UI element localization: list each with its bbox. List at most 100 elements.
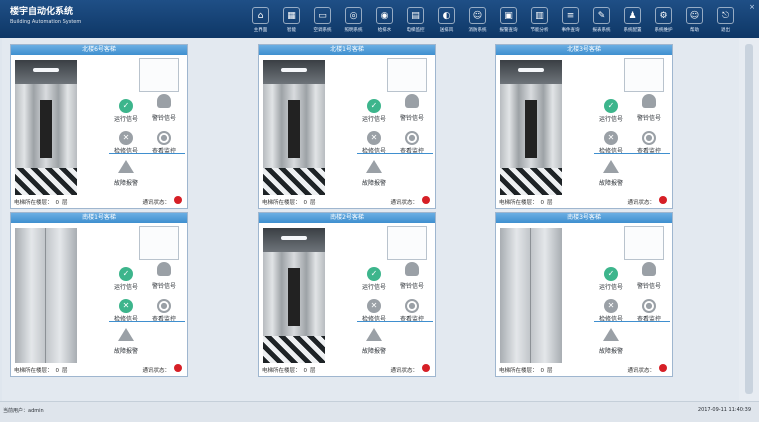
cabin-floor (263, 336, 325, 363)
elevator-image[interactable] (500, 228, 562, 363)
top-bar: 楼宇自动化系统 Building Automation System ⌂ 主界面 ▦… (0, 0, 759, 38)
nav-item-5[interactable]: ▤ 电梯监控 (400, 3, 431, 37)
door-left (500, 228, 531, 363)
wrench-icon: ✕ (119, 298, 133, 313)
divider (109, 321, 185, 322)
nav-label: 照明系统 (344, 28, 363, 33)
vertical-scrollbar[interactable] (739, 38, 759, 401)
floor-status: 电梯所在楼层： 0 层 (499, 200, 553, 206)
run-signal: ✓ 运行信号 (591, 93, 631, 123)
bell-icon (405, 262, 419, 276)
nav-item-10[interactable]: ≡ 事件查询 (555, 3, 586, 37)
maintain-signal: ✕ 检修信号 (591, 293, 631, 323)
elevator-title: 北楼1号客梯 (259, 45, 435, 55)
elevator-card: 南楼1号客梯 ✓ 运行信号 警铃信号 ✕ 检修信号 ● 查看监控 故障报警 电梯所在楼层： 0 层 通讯… (10, 212, 188, 377)
floor-value: 0 (540, 200, 545, 206)
nav-item-11[interactable]: ✎ 报表系统 (586, 3, 617, 37)
monitor-button[interactable]: ● 查看监控 (629, 125, 669, 155)
help-icon: ☺ (686, 7, 703, 24)
cabin-light (33, 68, 59, 72)
elevator-image[interactable] (263, 228, 325, 363)
nav-item-15[interactable]: ⎋ 退出 (710, 3, 741, 37)
floor-display (387, 226, 427, 260)
nav-item-1[interactable]: ▦ 智能 (276, 3, 307, 37)
monitor-button[interactable]: ● 查看监控 (629, 293, 669, 323)
floor-value: 0 (303, 368, 308, 374)
wrench-icon: ✕ (367, 298, 381, 313)
monitor-button[interactable]: ● 查看监控 (392, 293, 432, 323)
folder-icon: ▥ (531, 7, 548, 24)
nav-item-14[interactable]: ☺ 帮助 (679, 3, 710, 37)
comm-label: 通讯状态： (390, 368, 418, 374)
cabin-panel (525, 100, 537, 158)
bell-icon (642, 94, 656, 108)
comm-status-indicator (174, 364, 182, 372)
nav-item-9[interactable]: ▥ 节能分析 (524, 3, 555, 37)
elevator-image[interactable] (15, 60, 77, 195)
fault-signal: 故障报警 (591, 326, 631, 355)
floor-status: 电梯所在楼层： 0 层 (262, 200, 316, 206)
elevator-image[interactable] (500, 60, 562, 195)
cabin-light (518, 68, 544, 72)
run-signal: ✓ 运行信号 (591, 261, 631, 291)
alarm-signal: 警铃信号 (144, 261, 184, 290)
wrench-icon: ✕ (119, 130, 133, 145)
elevator-title: 北楼6号客梯 (11, 45, 187, 55)
nav-item-7[interactable]: ☺ 消防系统 (462, 3, 493, 37)
elevator-card: 南楼3号客梯 ✓ 运行信号 警铃信号 ✕ 检修信号 ● 查看监控 故障报警 电梯所在楼层： 0 层 通讯… (495, 212, 673, 377)
alarm-signal: 警铃信号 (392, 93, 432, 122)
bell-icon (405, 94, 419, 108)
floor-display (387, 58, 427, 92)
nav-item-0[interactable]: ⌂ 主界面 (245, 3, 276, 37)
elevator-title: 北楼3号客梯 (496, 45, 672, 55)
bell-icon (642, 262, 656, 276)
floor-status: 电梯所在楼层： 0 层 (499, 368, 553, 374)
nav-item-2[interactable]: ▭ 空调系统 (307, 3, 338, 37)
floor-display (624, 58, 664, 92)
elevator-title: 南楼1号客梯 (11, 213, 187, 223)
camera-icon: ● (157, 298, 171, 313)
nav-label: 报警查询 (499, 28, 518, 33)
elevator-image[interactable] (15, 228, 77, 363)
scroll-thumb[interactable] (745, 44, 753, 394)
floor-display (624, 226, 664, 260)
alarm-signal: 警铃信号 (629, 93, 669, 122)
nav-item-3[interactable]: ◎ 照明系统 (338, 3, 369, 37)
floor-display (139, 58, 179, 92)
fault-signal: 故障报警 (354, 158, 394, 187)
door-left (15, 228, 46, 363)
nav-item-6[interactable]: ◐ 送排风 (431, 3, 462, 37)
home-icon: ⌂ (252, 7, 269, 24)
close-icon[interactable]: × (749, 3, 755, 11)
run-icon: ✓ (119, 266, 133, 281)
warning-icon (118, 160, 134, 173)
brand: 楼宇自动化系统 Building Automation System (10, 7, 81, 26)
nav-item-13[interactable]: ⚙ 系统维护 (648, 3, 679, 37)
monitor-button[interactable]: ● 查看监控 (144, 125, 184, 155)
maintain-signal: ✕ 检修信号 (106, 125, 146, 155)
maintain-signal: ✕ 检修信号 (591, 125, 631, 155)
main-nav: ⌂ 主界面 ▦ 智能 ▭ 空调系统 ◎ 照明系统 ◉ 给排水 ▤ 电梯监控 ◐ 送排风 ☺ 消防系统 ▣ 报警查询… (245, 3, 741, 37)
fault-signal: 故障报警 (106, 326, 146, 355)
wrench-icon: ✕ (367, 130, 381, 145)
elevator-image[interactable] (263, 60, 325, 195)
cabin-floor (500, 168, 562, 195)
maintain-signal: ✕ 检修信号 (106, 293, 146, 323)
floor-status: 电梯所在楼层： 0 层 (14, 368, 68, 374)
camera-icon: ● (642, 298, 656, 313)
door-right (531, 228, 562, 363)
monitor-button[interactable]: ● 查看监控 (144, 293, 184, 323)
maintain-signal: ✕ 检修信号 (354, 293, 394, 323)
divider (594, 153, 670, 154)
nav-item-8[interactable]: ▣ 报警查询 (493, 3, 524, 37)
monitor-button[interactable]: ● 查看监控 (392, 125, 432, 155)
floor-display (139, 226, 179, 260)
nav-item-4[interactable]: ◉ 给排水 (369, 3, 400, 37)
nav-item-12[interactable]: ♟ 系统配置 (617, 3, 648, 37)
fault-signal: 故障报警 (106, 158, 146, 187)
run-signal: ✓ 运行信号 (354, 93, 394, 123)
warning-icon (603, 328, 619, 341)
elevator-card: 北楼6号客梯 ✓ 运行信号 警铃信号 ✕ 检修信号 ● 查看监控 故障报警 电梯所在楼层： 0 层 通讯… (10, 44, 188, 209)
camera-icon: ● (157, 130, 171, 145)
floor-value: 0 (540, 368, 545, 374)
